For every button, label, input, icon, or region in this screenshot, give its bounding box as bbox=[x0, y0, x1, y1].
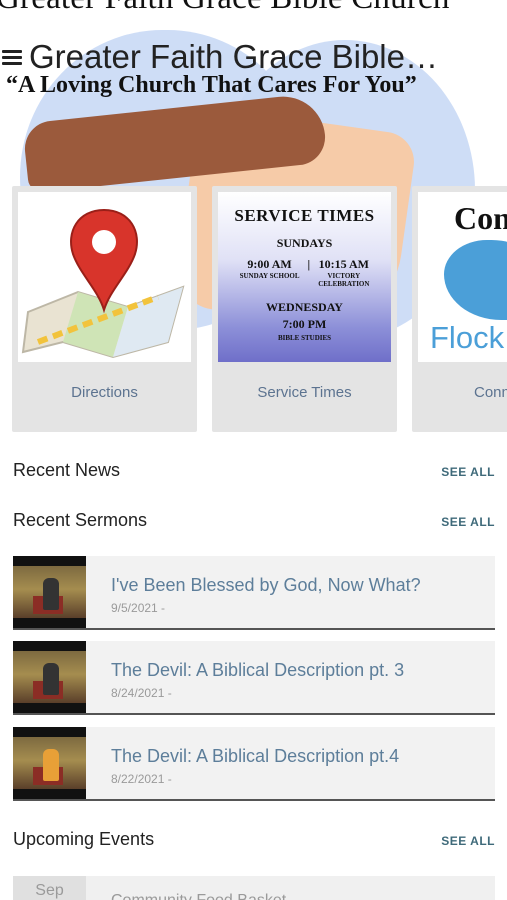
service-times-card[interactable]: SERVICE TIMES SUNDAYS 9:00 AM SUNDAY SCH… bbox=[212, 186, 397, 432]
flock-connect-image: Conn Flock bbox=[418, 192, 507, 362]
upcoming-events-title: Upcoming Events bbox=[13, 829, 155, 849]
event-title: Community Food Basket bbox=[111, 892, 286, 900]
recent-sermons-title: Recent Sermons bbox=[13, 510, 148, 530]
upcoming-events-header: Upcoming Events SEE ALL bbox=[13, 829, 495, 855]
sermon-date: 8/24/2021 - bbox=[111, 686, 172, 700]
upcoming-events-see-all-button[interactable]: SEE ALL bbox=[441, 834, 495, 848]
menu-icon[interactable] bbox=[2, 50, 22, 66]
sermon-title: I've Been Blessed by God, Now What? bbox=[111, 575, 421, 595]
connect-label: Conn bbox=[474, 384, 507, 401]
event-month: Sep bbox=[13, 876, 86, 900]
event-item[interactable]: Sep Community Food Basket bbox=[13, 876, 495, 900]
recent-sermons-see-all-button[interactable]: SEE ALL bbox=[441, 515, 495, 529]
sermon-title: The Devil: A Biblical Description pt.4 bbox=[111, 746, 400, 766]
sermon-item[interactable]: I've Been Blessed by God, Now What? 9/5/… bbox=[13, 556, 495, 630]
recent-sermons-header: Recent Sermons SEE ALL bbox=[13, 510, 495, 536]
service-times-label: Service Times bbox=[257, 384, 352, 401]
recent-news-see-all-button[interactable]: SEE ALL bbox=[441, 465, 495, 479]
app-title: Greater Faith Grace Bible… bbox=[29, 38, 438, 75]
sermon-date: 8/22/2021 - bbox=[111, 772, 172, 786]
directions-card[interactable]: Directions bbox=[12, 186, 197, 432]
sermon-video-thumbnail bbox=[13, 727, 86, 799]
quick-links-carousel[interactable]: Directions SERVICE TIMES SUNDAYS 9:00 AM… bbox=[12, 186, 507, 432]
sermon-item[interactable]: The Devil: A Biblical Description pt. 3 … bbox=[13, 641, 495, 715]
hero-church-name: Greater Faith Grace Bible Church bbox=[0, 0, 507, 17]
sermon-date: 9/5/2021 - bbox=[111, 601, 166, 615]
service-times-image: SERVICE TIMES SUNDAYS 9:00 AM SUNDAY SCH… bbox=[218, 192, 391, 362]
flock-logo-icon bbox=[444, 240, 507, 320]
recent-news-title: Recent News bbox=[13, 460, 121, 480]
connect-card[interactable]: Conn Flock Conn bbox=[412, 186, 507, 432]
directions-label: Directions bbox=[71, 384, 138, 401]
map-pin-image bbox=[18, 192, 191, 362]
sermon-item[interactable]: The Devil: A Biblical Description pt.4 8… bbox=[13, 727, 495, 801]
recent-news-header: Recent News SEE ALL bbox=[13, 460, 495, 486]
tagline: “A Loving Church That Cares For You” bbox=[6, 72, 417, 98]
sermon-title: The Devil: A Biblical Description pt. 3 bbox=[111, 660, 405, 680]
sermon-video-thumbnail bbox=[13, 556, 86, 628]
sermon-video-thumbnail bbox=[13, 641, 86, 713]
